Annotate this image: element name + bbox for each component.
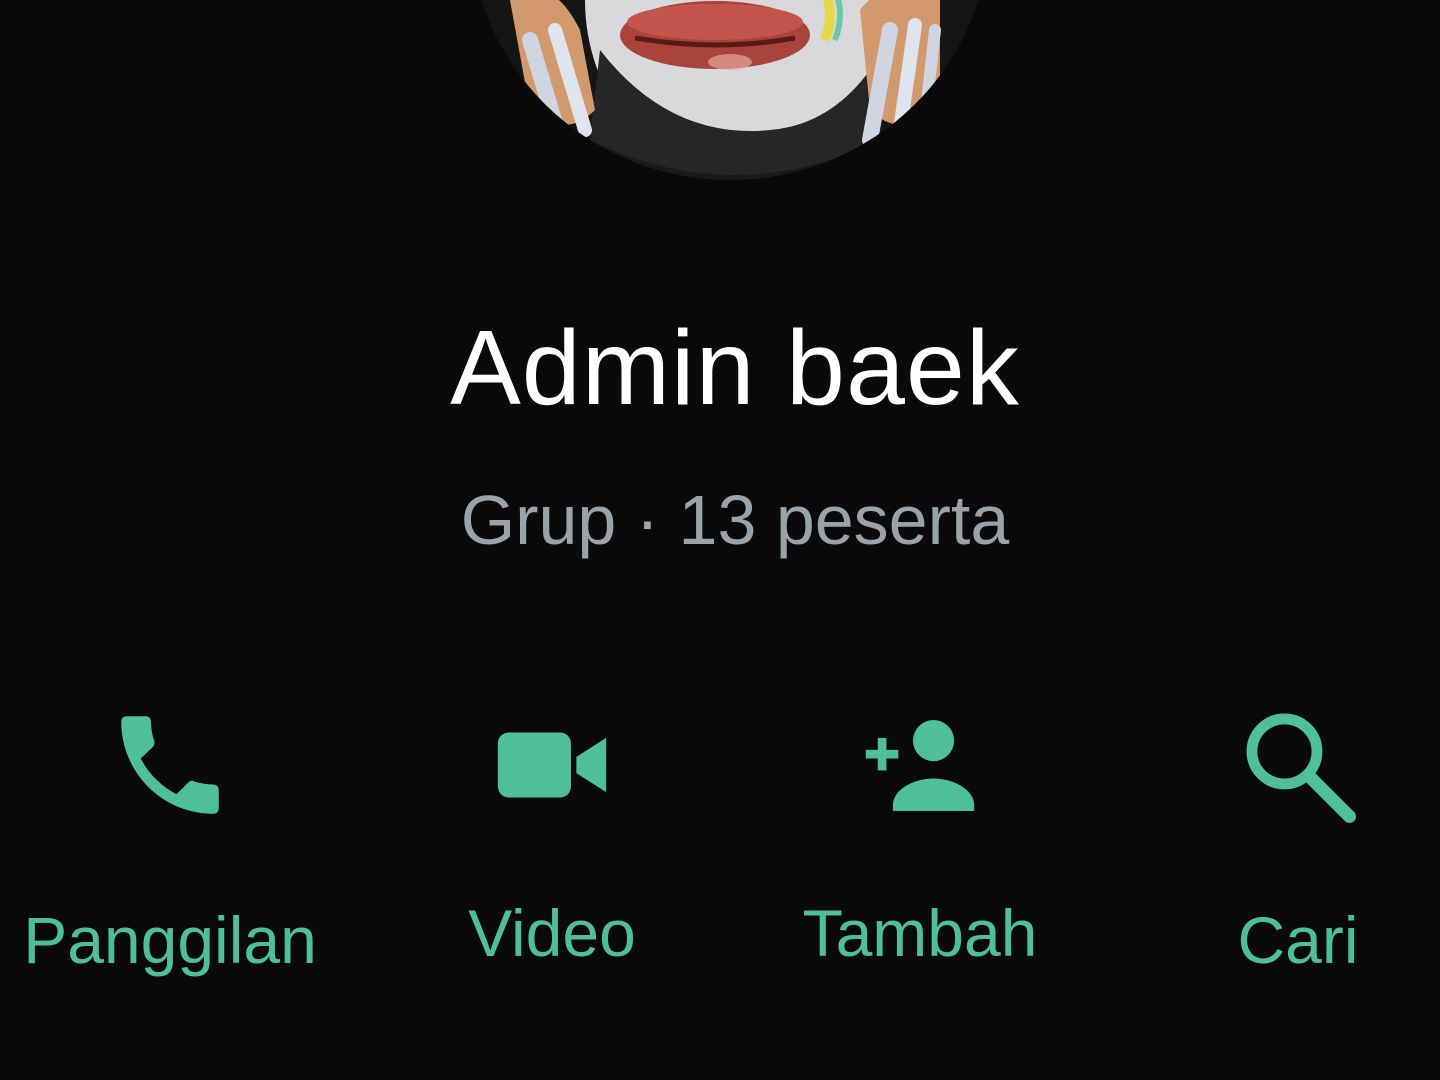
search-button-label: Cari xyxy=(1237,903,1359,977)
group-info-screen: Admin baek Grup · 13 peserta Panggilan V… xyxy=(0,0,1440,1080)
group-member-count: Grup · 13 peserta xyxy=(460,481,1010,559)
group-profile-photo xyxy=(470,0,990,180)
video-call-button-label: Video xyxy=(468,896,636,970)
quick-actions: Panggilan Video Tambah Cari xyxy=(0,690,1440,1010)
group-name[interactable]: Admin baek xyxy=(0,308,1440,429)
video-camera-icon xyxy=(487,700,617,830)
phone-icon xyxy=(105,700,235,830)
add-participant-button[interactable]: Tambah xyxy=(740,690,1100,1010)
add-participant-button-label: Tambah xyxy=(802,896,1038,970)
search-button[interactable]: Cari xyxy=(1118,690,1440,1010)
call-button-label: Panggilan xyxy=(23,903,317,977)
call-button[interactable]: Panggilan xyxy=(0,690,350,1010)
add-person-icon xyxy=(855,700,985,830)
group-avatar[interactable] xyxy=(470,0,990,180)
video-call-button[interactable]: Video xyxy=(372,690,732,1010)
search-icon xyxy=(1233,700,1363,830)
